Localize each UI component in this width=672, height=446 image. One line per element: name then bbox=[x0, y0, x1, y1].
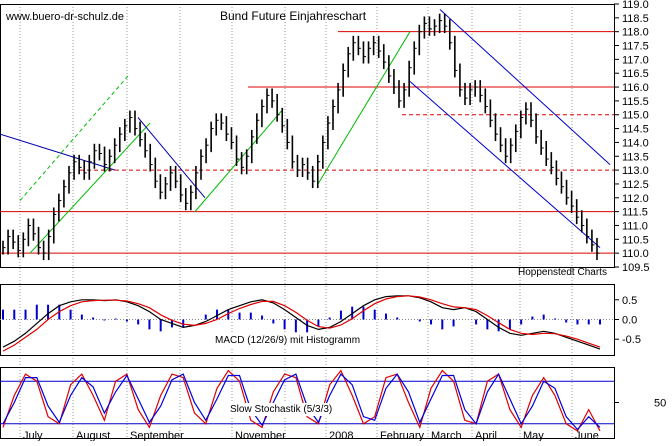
month-label: August bbox=[76, 430, 110, 441]
macd-tick-label: 0.0 bbox=[622, 315, 637, 327]
stochastic-tick-label: 50 bbox=[654, 398, 666, 410]
downtrend-line-sept bbox=[137, 117, 206, 199]
price-tick-label: 112.0 bbox=[622, 193, 649, 205]
price-tick-label: 119.0 bbox=[622, 0, 649, 11]
source-label: Hoppenstedt Charts bbox=[518, 267, 607, 278]
price-tick-label: 109.5 bbox=[622, 262, 650, 274]
price-tick-label: 118.0 bbox=[622, 27, 649, 39]
stochastic-series-1 bbox=[2, 372, 601, 431]
month-label: July bbox=[23, 430, 43, 441]
month-label: February bbox=[380, 430, 425, 441]
price-tick-label: 113.5 bbox=[622, 151, 649, 163]
price-tick-label: 112.5 bbox=[622, 179, 649, 191]
downtrend-line-early bbox=[0, 133, 116, 171]
chart-root: 109.5 110.0 110.5 111.0 111.5 112.0 112.5 113.0… bbox=[0, 0, 672, 442]
uptrend-line-2 bbox=[194, 108, 284, 212]
month-label: June bbox=[575, 430, 599, 441]
uptrend-channel-dashed bbox=[19, 75, 129, 201]
price-tick-label: 117.5 bbox=[622, 41, 649, 53]
price-tick-label: 114.0 bbox=[622, 137, 649, 149]
chart-title: Bund Future Einjahreschart bbox=[220, 9, 367, 23]
price-tick-label: 116.5 bbox=[622, 68, 649, 80]
price-tick-label: 110.5 bbox=[622, 234, 649, 246]
macd-tick-label: -0.5 bbox=[622, 334, 641, 346]
stochastic-title: Slow Stochastik (5/3/3) bbox=[230, 404, 332, 415]
price-tick-label: 111.0 bbox=[622, 220, 648, 232]
price-tick-label: 114.5 bbox=[622, 124, 649, 136]
macd-tick-label: 0.5 bbox=[622, 295, 637, 307]
price-tick-label: 111.5 bbox=[622, 207, 648, 219]
month-label: May bbox=[523, 430, 544, 441]
price-tick-label: 117.0 bbox=[622, 54, 649, 66]
price-tick-label: 110.0 bbox=[622, 248, 649, 260]
price-tick-label: 116.0 bbox=[622, 82, 649, 94]
month-label: 2008 bbox=[329, 430, 353, 441]
price-panel-frame bbox=[0, 4, 615, 268]
watermark: www.buero-dr-schulz.de bbox=[5, 11, 124, 23]
macd-title: MACD (12/26/9) mit Histogramm bbox=[215, 335, 360, 346]
month-label: November bbox=[235, 430, 286, 441]
price-tick-label: 115.5 bbox=[622, 96, 649, 108]
price-tick-label: 113.0 bbox=[622, 165, 649, 177]
price-tick-label: 118.5 bbox=[622, 13, 649, 25]
month-label: September bbox=[130, 430, 184, 441]
bund-future-chart: 109.5 110.0 110.5 111.0111.5 112.0 112.5 113.0… bbox=[0, 0, 666, 442]
price-tick-label: 115.0 bbox=[622, 110, 649, 122]
month-label: April bbox=[475, 430, 497, 441]
month-label: March bbox=[431, 430, 462, 441]
